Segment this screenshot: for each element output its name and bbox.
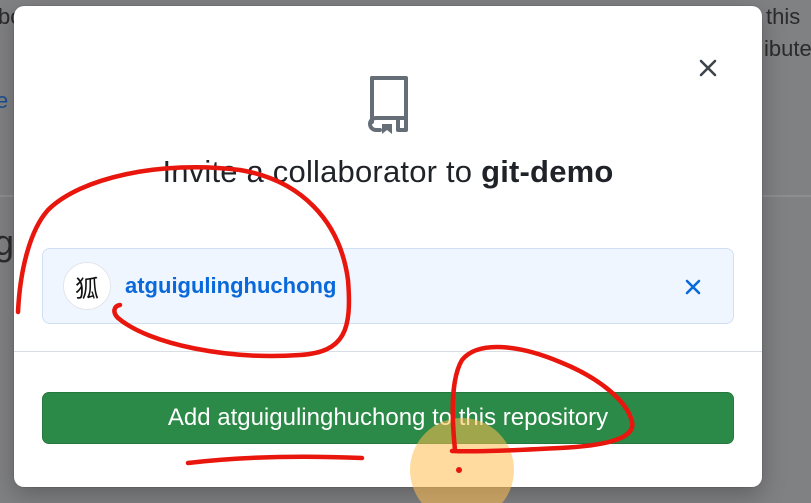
close-icon[interactable] bbox=[696, 56, 720, 80]
repository-name: git-demo bbox=[481, 154, 614, 189]
add-collaborator-button[interactable]: Add atguigulinghuchong to this repositor… bbox=[42, 392, 734, 444]
background-text: ibute bbox=[764, 36, 811, 61]
background-link: e bbox=[0, 88, 9, 113]
dialog-title-prefix: Invite a collaborator to bbox=[162, 154, 482, 189]
invite-collaborator-dialog: Invite a collaborator to git-demo 狐 atgu… bbox=[14, 6, 762, 487]
repo-book-icon bbox=[364, 74, 412, 134]
background-text: this bbox=[766, 4, 801, 29]
background-divider bbox=[0, 195, 14, 197]
avatar: 狐 bbox=[63, 262, 111, 310]
remove-user-icon[interactable] bbox=[683, 277, 703, 297]
background-heading: g bbox=[0, 222, 15, 263]
dialog-divider bbox=[14, 351, 762, 352]
dialog-title: Invite a collaborator to git-demo bbox=[14, 154, 762, 190]
username-link[interactable]: atguigulinghuchong bbox=[125, 273, 336, 299]
selected-user-chip: 狐 atguigulinghuchong bbox=[42, 248, 734, 324]
background-divider bbox=[762, 195, 811, 197]
